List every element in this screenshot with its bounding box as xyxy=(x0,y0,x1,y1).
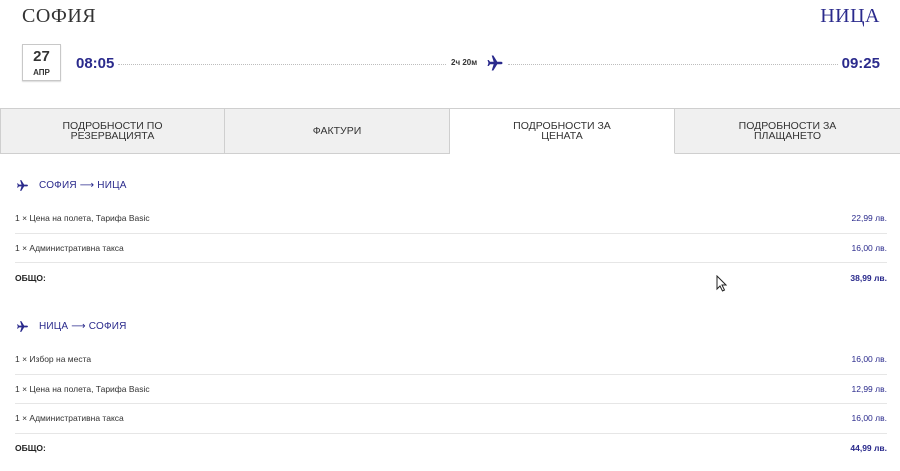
arrival-time: 09:25 xyxy=(841,55,880,72)
price-item-amount: 12,99 лв. xyxy=(851,383,887,394)
route-heading: СОФИЯ ⟶ НИЦА xyxy=(15,176,887,194)
tab-booking-details[interactable]: ПОДРОБНОСТИ ПО РЕЗЕРВАЦИЯТА xyxy=(0,109,225,154)
route-dotline-right xyxy=(508,64,838,65)
price-item-label: 1 × Административна такса xyxy=(15,413,124,424)
price-row: 1 × Цена на полета, Тарифа Basic 12,99 л… xyxy=(15,375,887,404)
flight-header: СОФИЯ НИЦА 27 АПР 08:05 2ч 20м 09:25 xyxy=(0,0,900,109)
price-item-amount: 16,00 лв. xyxy=(851,354,887,365)
plane-icon xyxy=(487,55,503,71)
flight-date-day: 27 xyxy=(33,48,50,65)
route-dotline-left xyxy=(118,64,446,65)
departure-city: СОФИЯ xyxy=(22,5,97,27)
price-row: 1 × Избор на места 16,00 лв. xyxy=(15,345,887,375)
price-section-outbound: СОФИЯ ⟶ НИЦА 1 × Цена на полета, Тарифа … xyxy=(15,176,887,293)
tab-invoices[interactable]: ФАКТУРИ xyxy=(225,109,450,154)
route-heading: НИЦА ⟶ СОФИЯ xyxy=(15,317,887,335)
price-item-label: 1 × Избор на места xyxy=(15,354,92,365)
route-label: НИЦА ⟶ СОФИЯ xyxy=(39,320,127,332)
tab-price-details[interactable]: ПОДРОБНОСТИ ЗА ЦЕНАТА xyxy=(450,109,675,154)
price-row: 1 × Цена на полета, Тарифа Basic 22,99 л… xyxy=(15,204,887,234)
flight-date: 27 АПР xyxy=(22,44,61,81)
price-row: 1 × Административна такса 16,00 лв. xyxy=(15,404,887,434)
price-total-row: ОБЩО: 44,99 лв. xyxy=(15,434,887,464)
price-row: 1 × Административна такса 16,00 лв. xyxy=(15,234,887,263)
total-label: ОБЩО: xyxy=(15,443,46,454)
plane-icon xyxy=(17,320,28,332)
details-tabs: ПОДРОБНОСТИ ПО РЕЗЕРВАЦИЯТА ФАКТУРИ ПОДР… xyxy=(0,109,900,154)
price-total-row: ОБЩО: 38,99 лв. xyxy=(15,263,887,293)
plane-icon xyxy=(17,179,28,191)
total-amount: 44,99 лв. xyxy=(850,443,887,454)
price-item-label: 1 × Цена на полета, Тарифа Basic xyxy=(15,383,150,394)
total-label: ОБЩО: xyxy=(15,272,46,283)
price-item-amount: 16,00 лв. xyxy=(851,242,887,253)
tab-payment-details[interactable]: ПОДРОБНОСТИ ЗА ПЛАЩАНЕТО xyxy=(675,109,900,154)
total-amount: 38,99 лв. xyxy=(850,272,887,283)
arrival-city: НИЦА xyxy=(820,5,880,27)
price-item-amount: 22,99 лв. xyxy=(851,213,887,224)
mouse-cursor-icon xyxy=(716,275,727,292)
price-item-amount: 16,00 лв. xyxy=(851,413,887,424)
price-item-label: 1 × Цена на полета, Тарифа Basic xyxy=(15,213,150,224)
price-section-inbound: НИЦА ⟶ СОФИЯ 1 × Избор на места 16,00 лв… xyxy=(15,317,887,463)
route-label: СОФИЯ ⟶ НИЦА xyxy=(39,179,127,191)
flight-date-month: АПР xyxy=(33,68,50,77)
price-item-label: 1 × Административна такса xyxy=(15,242,124,253)
flight-duration: 2ч 20м xyxy=(451,58,478,67)
departure-time: 08:05 xyxy=(76,55,115,72)
